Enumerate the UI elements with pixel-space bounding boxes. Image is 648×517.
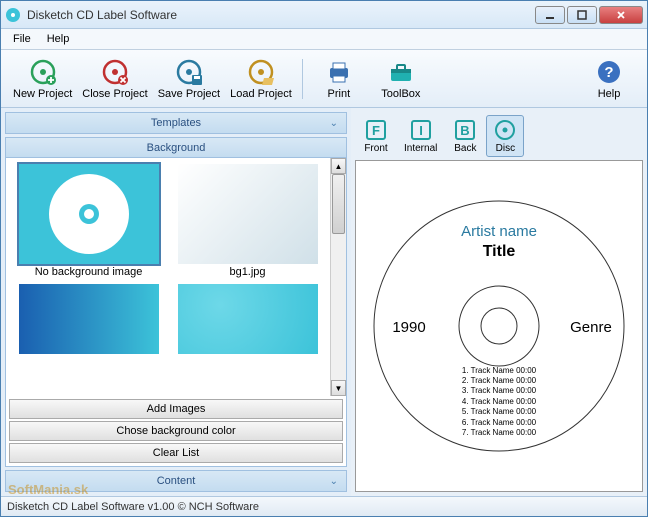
bg-thumb-3[interactable] <box>178 284 318 354</box>
toolbar-label: ToolBox <box>381 88 420 100</box>
svg-text:B: B <box>461 123 470 138</box>
menubar: File Help <box>1 29 647 50</box>
new-project-button[interactable]: New Project <box>9 56 76 102</box>
left-panel: Templates ⌄ Background No background ima… <box>1 108 351 496</box>
app-icon <box>5 7 21 23</box>
thumb-label: bg1.jpg <box>229 266 265 278</box>
print-icon <box>325 58 353 86</box>
disc-track: 6. Track Name 00:00 <box>462 418 536 428</box>
toolbox-button[interactable]: ToolBox <box>371 56 431 102</box>
svg-text:I: I <box>419 123 423 138</box>
view-label: Disc <box>496 143 515 154</box>
disc-track: 7. Track Name 00:00 <box>462 428 536 438</box>
toolbar-label: Load Project <box>230 88 292 100</box>
view-toolbar: F Front I Internal B Back Disc <box>355 112 643 160</box>
content-header[interactable]: Content ⌄ <box>5 470 347 492</box>
minimize-button[interactable] <box>535 6 565 24</box>
disc-artist: Artist name <box>461 223 537 240</box>
view-label: Internal <box>404 143 437 154</box>
toolbox-icon <box>387 58 415 86</box>
window-title: Disketch CD Label Software <box>27 8 535 22</box>
background-section: Background No background image bg1.jpg <box>5 137 347 467</box>
front-icon: F <box>364 118 388 142</box>
scroll-track[interactable] <box>331 174 346 380</box>
disc-year: 1990 <box>392 319 425 336</box>
save-project-button[interactable]: Save Project <box>154 56 224 102</box>
window-controls <box>535 6 643 24</box>
load-project-icon <box>247 58 275 86</box>
thumb-label: No background image <box>35 266 143 278</box>
view-label: Front <box>364 143 387 154</box>
toolbar-label: Close Project <box>82 88 147 100</box>
toolbar-label: Print <box>328 88 351 100</box>
view-internal-button[interactable]: I Internal <box>397 115 444 157</box>
scroll-down-button[interactable]: ▼ <box>331 380 346 396</box>
background-label: Background <box>147 142 206 154</box>
templates-header[interactable]: Templates ⌄ <box>5 112 347 134</box>
toolbar-label: Help <box>598 88 621 100</box>
menu-file[interactable]: File <box>5 31 39 47</box>
back-icon: B <box>453 118 477 142</box>
svg-text:?: ? <box>604 64 613 81</box>
disc-track: 1. Track Name 00:00 <box>462 366 536 376</box>
view-disc-button[interactable]: Disc <box>486 115 524 157</box>
bg-thumb-2[interactable] <box>19 284 159 354</box>
disc-track: 2. Track Name 00:00 <box>462 376 536 386</box>
menu-help[interactable]: Help <box>39 31 78 47</box>
toolbar-label: New Project <box>13 88 72 100</box>
close-button[interactable] <box>599 6 643 24</box>
thumbnail-grid: No background image bg1.jpg <box>6 158 330 396</box>
disc-track: 5. Track Name 00:00 <box>462 407 536 417</box>
toolbar-label: Save Project <box>158 88 220 100</box>
help-button[interactable]: ? Help <box>579 56 639 102</box>
disc-track-list: 1. Track Name 00:00 2. Track Name 00:00 … <box>462 366 536 439</box>
background-header[interactable]: Background <box>6 138 346 158</box>
disc-icon <box>493 118 517 142</box>
print-button[interactable]: Print <box>309 56 369 102</box>
maximize-button[interactable] <box>567 6 597 24</box>
help-icon: ? <box>595 58 623 86</box>
main-toolbar: New Project Close Project Save Project L… <box>1 50 647 108</box>
choose-bg-color-button[interactable]: Chose background color <box>9 421 343 441</box>
disc-title: Title <box>483 243 516 260</box>
status-text: Disketch CD Label Software v1.00 © NCH S… <box>7 501 259 513</box>
thumbnail-area: No background image bg1.jpg <box>6 158 346 396</box>
chevron-down-icon: ⌄ <box>330 476 338 487</box>
bg-thumb-1[interactable] <box>178 164 318 264</box>
thumb-scrollbar[interactable]: ▲ ▼ <box>330 158 346 396</box>
right-panel: F Front I Internal B Back Disc <box>351 108 647 496</box>
templates-label: Templates <box>151 117 201 129</box>
scroll-thumb[interactable] <box>332 174 345 234</box>
background-buttons: Add Images Chose background color Clear … <box>6 396 346 466</box>
app-window: Disketch CD Label Software File Help New… <box>0 0 648 517</box>
statusbar: Disketch CD Label Software v1.00 © NCH S… <box>1 496 647 516</box>
content-label: Content <box>157 475 196 487</box>
scroll-up-button[interactable]: ▲ <box>331 158 346 174</box>
disc-track: 4. Track Name 00:00 <box>462 397 536 407</box>
main-area: Templates ⌄ Background No background ima… <box>1 108 647 496</box>
svg-text:F: F <box>372 123 380 138</box>
add-images-button[interactable]: Add Images <box>9 399 343 419</box>
clear-list-button[interactable]: Clear List <box>9 443 343 463</box>
disc-track: 3. Track Name 00:00 <box>462 386 536 396</box>
disc-preview[interactable]: Artist name Title 1990 Genre 1. Track Na… <box>355 160 643 492</box>
view-back-button[interactable]: B Back <box>446 115 484 157</box>
view-label: Back <box>454 143 476 154</box>
disc-genre: Genre <box>570 319 612 336</box>
chevron-down-icon: ⌄ <box>330 118 338 129</box>
view-front-button[interactable]: F Front <box>357 115 395 157</box>
bg-thumb-none[interactable] <box>19 164 159 264</box>
close-project-button[interactable]: Close Project <box>78 56 151 102</box>
new-project-icon <box>29 58 57 86</box>
titlebar: Disketch CD Label Software <box>1 1 647 29</box>
close-project-icon <box>101 58 129 86</box>
internal-icon: I <box>409 118 433 142</box>
toolbar-separator <box>302 59 303 99</box>
save-project-icon <box>175 58 203 86</box>
load-project-button[interactable]: Load Project <box>226 56 296 102</box>
